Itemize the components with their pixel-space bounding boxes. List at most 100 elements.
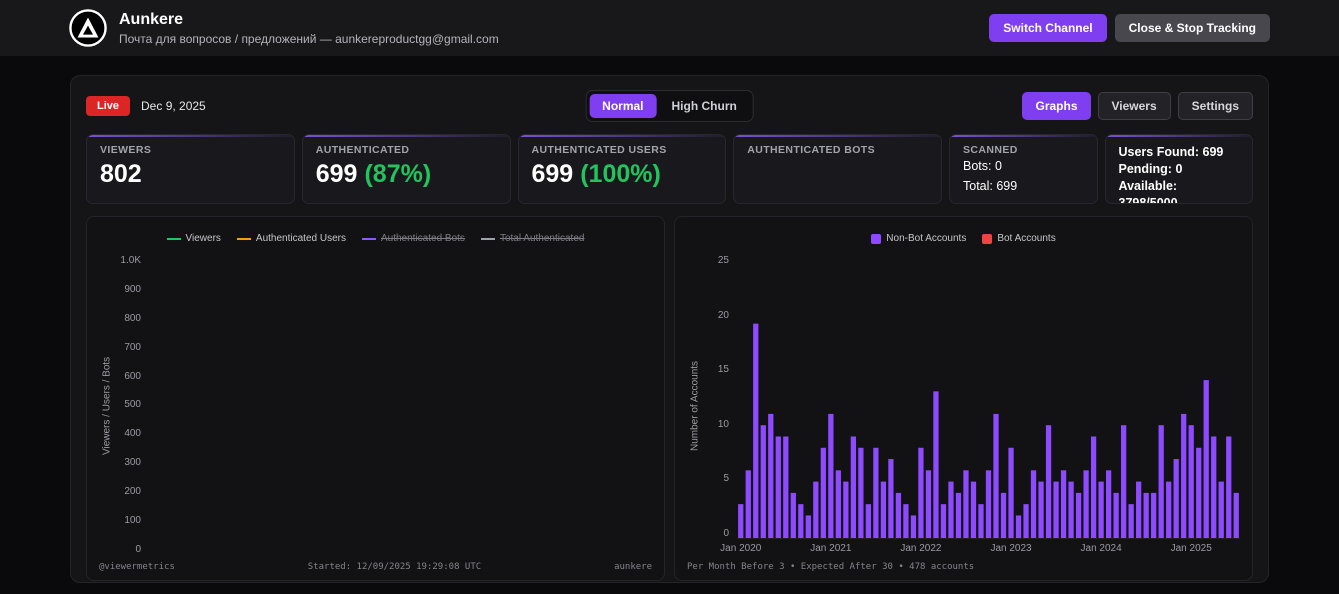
legend-item-authenticated-users[interactable]: Authenticated Users — [236, 233, 346, 244]
account-bar — [940, 504, 947, 538]
account-bar — [1211, 436, 1217, 538]
tab-viewers[interactable]: Viewers — [1097, 92, 1171, 120]
legend-item-bot-accounts[interactable]: Bot Accounts — [982, 233, 1056, 244]
account-bar — [865, 504, 872, 538]
account-bar — [925, 470, 932, 538]
account-bar — [933, 391, 939, 538]
y-tick-label: 5 — [723, 473, 729, 485]
y-tick-label: 0 — [723, 527, 729, 539]
high-churn-mode-button[interactable]: High Churn — [659, 94, 750, 118]
accounts-chart-panel: Non-Bot Accounts Bot Accounts Number of A… — [674, 216, 1253, 581]
legend-swatch — [871, 233, 882, 244]
account-bar — [738, 504, 744, 538]
legend-swatch — [480, 237, 495, 240]
footer-started: Started: 12/09/2025 19:29:08 UTC — [307, 562, 482, 572]
bar-chart-plot — [737, 256, 1240, 539]
account-bar — [873, 447, 879, 538]
y-tick-label: 500 — [124, 399, 141, 411]
y-tick-label: 700 — [124, 341, 141, 353]
account-bar — [1105, 470, 1112, 538]
stat-label: VIEWERS — [100, 144, 152, 156]
live-badge: Live — [86, 96, 131, 116]
y-tick-label: 200 — [124, 486, 141, 498]
legend-label: Authenticated Users — [255, 233, 346, 244]
legend-item-total-authenticated[interactable]: Total Authenticated — [480, 233, 585, 244]
dashboard-panel: Live Dec 9, 2025 Normal High Churn Graph… — [70, 75, 1269, 583]
stat-label: SCANNED — [963, 144, 1018, 156]
scanned-total-line: Total: 699 — [963, 178, 1018, 193]
tab-graphs[interactable]: Graphs — [1022, 92, 1091, 120]
account-bar — [1083, 470, 1089, 538]
account-bar — [1173, 459, 1179, 538]
account-bar — [903, 504, 909, 538]
account-bar — [1068, 481, 1074, 538]
account-bar — [895, 492, 902, 538]
bar-plot-column: Jan 2020 Jan 2021 Jan 2022 Jan 2023 Jan 2024… — [720, 256, 1240, 555]
y-tick-label: 0 — [135, 543, 141, 555]
account-bar — [820, 447, 826, 538]
y-tick-label: 400 — [124, 428, 141, 440]
account-bar — [1151, 492, 1157, 538]
tab-settings[interactable]: Settings — [1177, 92, 1253, 120]
account-bar — [858, 447, 864, 538]
legend-swatch — [236, 237, 251, 240]
stat-value-number: 699 — [531, 160, 574, 188]
x-tick-label: Jan 2022 — [900, 543, 942, 554]
stat-label: AUTHENTICATED USERS — [531, 144, 667, 156]
account-bar — [1000, 492, 1007, 538]
account-bar — [1233, 492, 1239, 538]
account-bar — [783, 436, 789, 538]
line-chart-plot — [149, 256, 652, 555]
account-bar — [1060, 470, 1067, 538]
stat-value-pct: (87%) — [364, 160, 432, 188]
app-title: Aunkere — [119, 10, 184, 28]
account-bar — [798, 504, 804, 538]
legend-label: Viewers — [185, 233, 221, 244]
viewers-chart-panel: Viewers Authenticated Users Authenticated … — [86, 216, 665, 581]
normal-mode-button[interactable]: Normal — [589, 94, 657, 118]
legend-label: Total Authenticated — [499, 233, 585, 244]
scanned-bots-line: Bots: 0 — [963, 159, 1002, 173]
account-bar — [790, 492, 796, 538]
switch-channel-button[interactable]: Switch Channel — [989, 14, 1107, 42]
account-bar — [1166, 481, 1172, 538]
footer-settings: Per Month Before 3 • Expected After 30 •… — [687, 562, 975, 572]
legend-item-authenticated-bots[interactable]: Authenticated Bots — [361, 233, 465, 244]
x-tick-label: Jan 2023 — [990, 543, 1032, 554]
account-bar — [1136, 481, 1142, 538]
stat-label: AUTHENTICATED BOTS — [747, 144, 875, 156]
y-axis-label: Number of Accounts — [689, 360, 701, 451]
account-bar — [1053, 481, 1059, 538]
account-bar — [843, 481, 849, 538]
y-axis-ticks: 25 20 15 10 5 0 — [703, 256, 737, 539]
close-stop-tracking-button[interactable]: Close & Stop Tracking — [1114, 14, 1270, 42]
accounts-chart-body: Number of Accounts 25 20 15 10 5 0 Jan 2020 Ja… — [687, 256, 1240, 555]
stat-card-scanned: SCANNED Bots: 0 Total: 699 — [949, 134, 1098, 204]
account-bar — [1128, 504, 1134, 538]
y-tick-label: 1.0K — [120, 255, 141, 266]
legend-item-viewers[interactable]: Viewers — [166, 233, 221, 244]
stat-value-number: 699 — [315, 160, 358, 188]
account-bar — [1015, 515, 1022, 538]
y-tick-label: 900 — [124, 283, 141, 295]
account-bar — [1090, 436, 1097, 538]
account-bar — [850, 436, 856, 538]
legend-label: Authenticated Bots — [380, 233, 465, 244]
legend-item-non-bot-accounts[interactable]: Non-Bot Accounts — [871, 233, 966, 244]
account-bar — [978, 504, 984, 538]
accounts-chart-legend: Non-Bot Accounts Bot Accounts — [687, 227, 1240, 256]
account-bar — [1023, 504, 1029, 538]
legend-swatch — [361, 237, 376, 240]
account-bar — [1045, 425, 1052, 538]
y-axis-ticks: 1.0K 900 800 700 600 500 400 300 200 100 0 — [115, 256, 149, 555]
account-bar — [835, 470, 841, 538]
legend-label: Bot Accounts — [997, 233, 1056, 244]
accounts-chart-footer: Per Month Before 3 • Expected After 30 •… — [687, 555, 1240, 572]
account-bars-svg — [738, 323, 1239, 538]
live-status-group: Live Dec 9, 2025 — [86, 96, 206, 116]
view-tabs: Graphs Viewers Settings — [1022, 92, 1253, 120]
app-subtitle: Почта для вопросов / предложений — aunke… — [119, 31, 499, 46]
mode-toggle: Normal High Churn — [585, 90, 754, 122]
account-bar — [1030, 470, 1037, 538]
y-tick-label: 20 — [717, 309, 729, 321]
